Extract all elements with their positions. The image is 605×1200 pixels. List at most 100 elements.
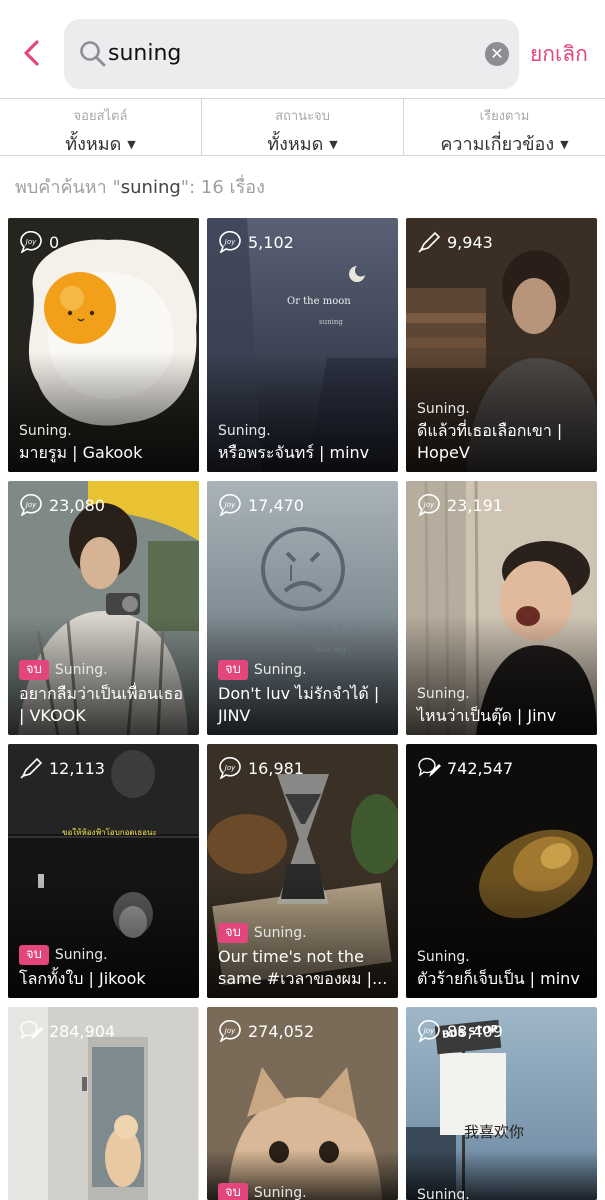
- completed-badge: จบ: [218, 660, 248, 680]
- story-card[interactable]: Joy 16,981 จบ Suning. Our time's not the …: [207, 744, 398, 998]
- story-card[interactable]: ขอให้ห้องฟ้าโอบกอดเธอนะ 12,113 จบ Suning.…: [8, 744, 199, 998]
- story-card[interactable]: Joy 274,052 จบ Suning.: [207, 1007, 398, 1200]
- card-stat: 742,547: [417, 757, 513, 779]
- joy-icon: Joy: [219, 231, 241, 253]
- pen-icon: [418, 231, 441, 253]
- view-count: 16,981: [248, 758, 304, 778]
- card-title: โลกทั้งใบ | Jikook: [19, 969, 146, 988]
- story-card[interactable]: Joy 0 Suning. มายรูม | Gakook: [8, 218, 199, 472]
- search-icon: [80, 41, 106, 67]
- clear-search-icon[interactable]: ✕: [485, 42, 509, 66]
- card-title: ไหนว่าเป็นตุ๊ด | Jinv: [417, 706, 557, 725]
- card-meta: Suning. ดีแล้วที่เธอเลือกเขา | HopeV: [417, 401, 589, 464]
- card-author: Suning.: [253, 925, 307, 941]
- svg-text:Joy: Joy: [422, 1027, 435, 1035]
- cover-text: Don't luv: [295, 623, 359, 639]
- filter-joy-style[interactable]: จอยสไตล์ ทั้งหมด ▼: [0, 99, 201, 155]
- card-author: Suning.: [253, 662, 307, 678]
- card-author: Suning.: [54, 947, 108, 963]
- card-author: Suning.: [417, 401, 470, 417]
- filter-value: ทั้งหมด: [267, 134, 324, 155]
- card-author: Suning.: [253, 1185, 307, 1200]
- card-meta: จบ Suning. โลกทั้งใบ | Jikook: [19, 945, 191, 990]
- card-stat: Joy 0: [19, 231, 59, 253]
- card-stat: Joy 274,052: [218, 1020, 314, 1042]
- caret-down-icon: ▼: [560, 138, 569, 151]
- card-stat: 284,904: [19, 1020, 115, 1042]
- card-stat: Joy 16,981: [218, 757, 304, 779]
- svg-text:Joy: Joy: [422, 501, 435, 509]
- view-count: 12,113: [49, 758, 105, 778]
- view-count: 274,052: [248, 1021, 315, 1041]
- view-count: 742,547: [447, 758, 514, 778]
- joy-icon: Joy: [219, 1020, 241, 1042]
- story-card[interactable]: Joy 23,080 จบ Suning. อยากลืมว่าเป็นเพื่อ…: [8, 481, 199, 735]
- card-meta: Suning. ตัวร้ายก็เจ็บเป็น | minv: [417, 949, 589, 990]
- story-card[interactable]: Don't luv Sun ing. Joy 17,470 จบ Suning. …: [207, 481, 398, 735]
- filter-value: ความเกี่ยวข้อง: [440, 134, 555, 155]
- joy-icon: Joy: [219, 757, 241, 779]
- filter-bar: จอยสไตล์ ทั้งหมด ▼ สถานะจบ ทั้งหมด ▼ เรียง…: [0, 98, 605, 156]
- card-title: ดีแล้วที่เธอเลือกเขา | HopeV: [417, 421, 563, 462]
- card-author: Suning.: [417, 1187, 470, 1200]
- search-bar[interactable]: ✕: [64, 19, 519, 89]
- filter-sort[interactable]: เรียงตาม ความเกี่ยวข้อง ▼: [403, 99, 605, 155]
- card-author: Suning.: [417, 686, 470, 702]
- filter-label: เรียงตาม: [479, 109, 530, 124]
- story-card[interactable]: Or the moon suning Joy 5,102 Suning. หรื…: [207, 218, 398, 472]
- story-card[interactable]: 9,943 Suning. ดีแล้วที่เธอเลือกเขา | Hop…: [406, 218, 597, 472]
- card-meta: Suning. ไหนว่าเป็นตุ๊ด | Jinv: [417, 686, 589, 727]
- back-button[interactable]: [18, 36, 46, 70]
- card-stat: Joy 17,470: [218, 494, 304, 516]
- card-meta: จบ Suning. Don't luv ไม่รักจำได้ | JINV: [218, 660, 390, 727]
- cover-subtext: suning: [319, 318, 343, 326]
- story-card[interactable]: 742,547 Suning. ตัวร้ายก็เจ็บเป็น | minv: [406, 744, 597, 998]
- filter-label: จอยสไตล์: [73, 109, 128, 124]
- story-card[interactable]: 284,904: [8, 1007, 199, 1200]
- joy-pen-icon: [20, 1020, 43, 1040]
- view-count: 23,191: [447, 495, 503, 515]
- joy-icon: Joy: [219, 494, 241, 516]
- joy-icon: Joy: [418, 494, 440, 516]
- caret-down-icon: ▼: [127, 138, 136, 151]
- header: ✕ ยกเลิก: [0, 0, 605, 98]
- cover-subtext: Sun ing.: [315, 645, 349, 654]
- card-title: อยากลืมว่าเป็นเพื่อนเธอ | VKOOK: [19, 684, 183, 725]
- svg-text:Joy: Joy: [223, 764, 236, 772]
- svg-text:Joy: Joy: [223, 238, 236, 246]
- card-meta: จบ Suning. อยากลืมว่าเป็นเพื่อนเธอ | VKOO…: [19, 660, 191, 727]
- result-count: พบคำค้นหา "suning": 16 เรื่อง: [15, 177, 265, 198]
- completed-badge: จบ: [218, 923, 248, 943]
- pen-icon: [20, 757, 43, 779]
- search-input[interactable]: [108, 19, 468, 89]
- cover-text: Or the moon: [287, 296, 351, 307]
- chevron-left-icon: [24, 40, 39, 66]
- filter-label: สถานะจบ: [275, 109, 330, 124]
- cancel-button[interactable]: ยกเลิก: [530, 38, 588, 71]
- card-stat: 12,113: [19, 757, 105, 779]
- cover-text: ขอให้ห้องฟ้าโอบกอดเธอนะ: [62, 828, 157, 837]
- card-stat: Joy 88,409: [417, 1020, 503, 1042]
- card-title: หรือพระจันทร์ | minv: [218, 443, 370, 462]
- filter-value: ทั้งหมด: [65, 134, 122, 155]
- card-stat: Joy 5,102: [218, 231, 294, 253]
- card-author: Suning.: [417, 949, 470, 965]
- view-count: 284,904: [49, 1021, 116, 1041]
- joy-icon: Joy: [20, 494, 42, 516]
- filter-status[interactable]: สถานะจบ ทั้งหมด ▼: [201, 99, 403, 155]
- card-title: มายรูม | Gakook: [19, 443, 143, 462]
- view-count: 23,080: [49, 495, 105, 515]
- story-card[interactable]: BUS STOP 我喜欢你 Joy 88,409 Suning.: [406, 1007, 597, 1200]
- card-author: Suning.: [218, 423, 271, 439]
- card-author: Suning.: [19, 423, 72, 439]
- completed-badge: จบ: [19, 660, 49, 680]
- card-meta: Suning. มายรูม | Gakook: [19, 423, 191, 464]
- card-title: ตัวร้ายก็เจ็บเป็น | minv: [417, 969, 580, 988]
- view-count: 0: [49, 232, 60, 252]
- view-count: 88,409: [447, 1021, 503, 1041]
- svg-text:Joy: Joy: [223, 501, 236, 509]
- card-meta: Suning. หรือพระจันทร์ | minv: [218, 423, 390, 464]
- view-count: 17,470: [248, 495, 304, 515]
- story-card[interactable]: Joy 23,191 Suning. ไหนว่าเป็นตุ๊ด | Jinv: [406, 481, 597, 735]
- cover-text: 我喜欢你: [464, 1123, 525, 1141]
